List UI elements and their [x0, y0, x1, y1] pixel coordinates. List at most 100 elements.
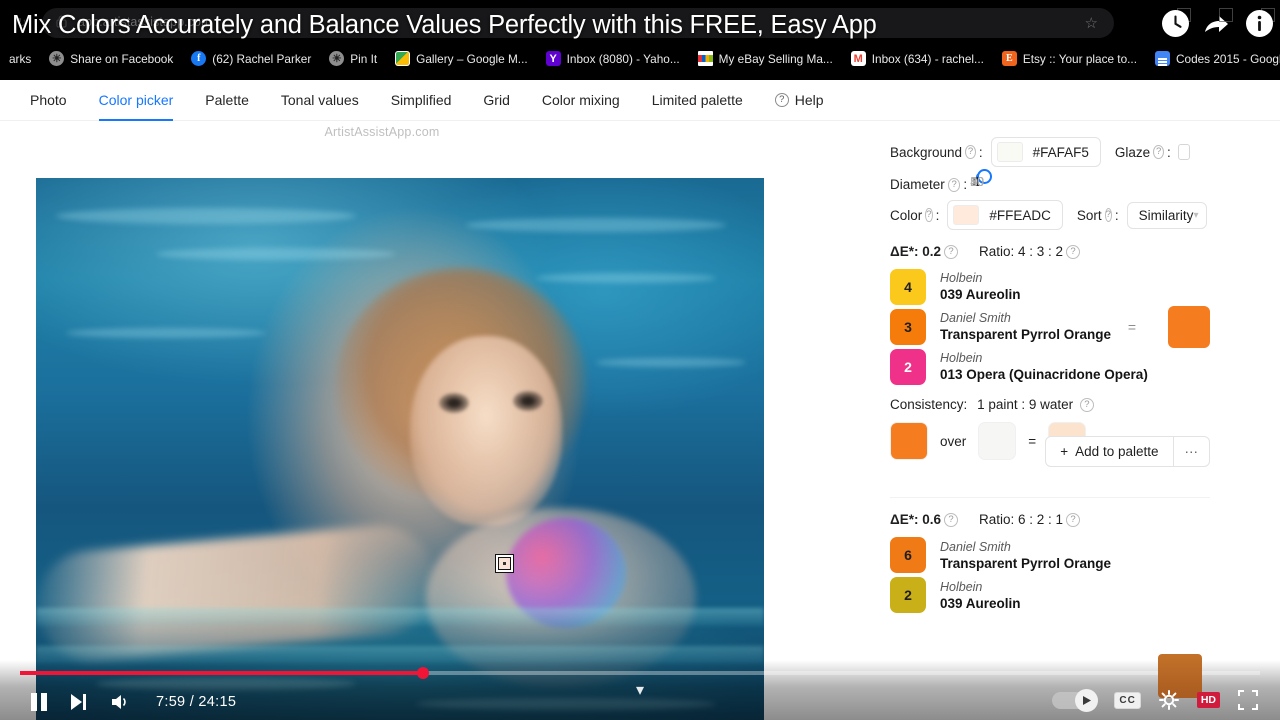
tab-palette[interactable]: Palette [189, 80, 265, 121]
bookmark-item[interactable]: My eBay Selling Ma... [689, 47, 842, 71]
help-icon[interactable]: ? [943, 512, 958, 527]
tab-grid[interactable]: Grid [467, 80, 525, 121]
history-clock-icon[interactable] [1158, 6, 1192, 40]
tab-label: Tonal values [280, 92, 359, 108]
add-to-palette-button[interactable]: + Add to palette [1045, 436, 1174, 468]
bookmark-item[interactable]: Codes 2015 - Googl... [1146, 47, 1280, 71]
fullscreen-button[interactable] [1238, 690, 1258, 710]
paint-name: Transparent Pyrrol Orange [940, 327, 1112, 343]
tab-label: Simplified [390, 92, 452, 108]
glaze-paint-swatch[interactable] [890, 422, 928, 461]
bookmark-label: Gallery – Google M... [416, 51, 528, 66]
color-sort-row: Color ?: #FFEADC Sort ?: Similarity ▾ [800, 200, 1280, 230]
bookmark-label: arks [9, 51, 32, 66]
player-right-controls: CC HD [1052, 688, 1258, 712]
hd-badge: HD [1196, 692, 1220, 708]
browser-extension-icons [1158, 4, 1276, 42]
background-color-button[interactable]: #FAFAF5 [990, 137, 1101, 167]
mix-result-swatch[interactable] [1168, 306, 1210, 348]
paint-row[interactable]: 2 Holbein 039 Aureolin [890, 577, 1210, 614]
photo-detail [410, 336, 562, 526]
paint-name: 013 Opera (Quinacridone Opera) [940, 367, 1148, 383]
help-icon[interactable]: ? [943, 244, 958, 259]
tab-simplified[interactable]: Simplified [375, 80, 468, 121]
help-icon[interactable]: ? [1066, 512, 1081, 527]
bookmark-item[interactable]: ☀ Pin It [320, 47, 386, 71]
paint-name: 039 Aureolin [940, 595, 1021, 611]
mix-results-list: ΔE*: 0.2 ? Ratio: 4 : 3 : 2 ? 4 Holbein … [800, 244, 1280, 633]
photo-detail [513, 391, 543, 411]
bookmark-item[interactable]: E Etsy :: Your place to... [993, 47, 1146, 71]
volume-button[interactable] [110, 693, 130, 711]
more-options-button[interactable]: ··· [1173, 436, 1210, 468]
paint-parts-chip: 2 [890, 577, 926, 614]
tab-help[interactable]: ? Help [759, 80, 840, 121]
photo-detail [36, 646, 764, 664]
bookmark-item[interactable]: M Inbox (634) - rachel... [842, 47, 993, 71]
help-icon[interactable]: ? [947, 178, 961, 192]
bookmark-item[interactable]: Gallery – Google M... [386, 47, 536, 71]
paint-row[interactable]: 3 Daniel Smith Transparent Pyrrol Orange… [890, 306, 1210, 348]
help-icon[interactable]: ? [1104, 208, 1112, 222]
sort-select[interactable]: Similarity ▾ [1126, 201, 1208, 229]
paint-parts-chip: 3 [890, 309, 926, 345]
time-display: 7:59 / 24:15 [156, 694, 237, 710]
color-value-button[interactable]: #FFEADC [947, 200, 1063, 230]
bookmark-item[interactable]: f (62) Rachel Parker [182, 47, 320, 71]
help-icon[interactable]: ? [925, 208, 933, 222]
info-icon[interactable] [1242, 6, 1276, 40]
sort-value: Similarity [1138, 207, 1194, 223]
paint-parts-chip: 6 [890, 537, 926, 574]
sort-label: Sort [1076, 207, 1102, 223]
tab-tonal-values[interactable]: Tonal values [265, 80, 375, 121]
player-left-controls: 7:59 / 24:15 [30, 692, 236, 712]
next-video-button[interactable] [70, 693, 88, 711]
tab-color-picker[interactable]: Color picker [83, 80, 190, 121]
bookmark-label: Etsy :: Your place to... [1022, 51, 1137, 66]
glaze-base-swatch[interactable] [978, 422, 1017, 461]
tab-photo[interactable]: Photo [14, 80, 83, 121]
ebay-icon [697, 51, 713, 66]
paint-row[interactable]: 6 Daniel Smith Transparent Pyrrol Orange [890, 537, 1210, 574]
paint-row[interactable]: 4 Holbein 039 Aureolin [890, 269, 1210, 305]
chevron-down-icon: ▾ [1193, 209, 1199, 221]
bookmark-label: Inbox (634) - rachel... [871, 51, 984, 66]
paint-brand: Holbein [940, 351, 983, 366]
paint-row[interactable]: 2 Holbein 013 Opera (Quinacridone Opera) [890, 349, 1210, 385]
artistassistapp-window: Photo Color picker Palette Tonal values … [0, 80, 1280, 720]
photo-detail [36, 608, 764, 626]
bookmark-item[interactable]: arks [0, 47, 40, 71]
bookmark-item[interactable]: Y Inbox (8080) - Yaho... [537, 47, 689, 71]
reference-photo[interactable] [36, 178, 764, 720]
closed-captions-button[interactable]: CC [1114, 691, 1141, 709]
help-icon[interactable]: ? [1066, 244, 1081, 259]
tab-color-mixing[interactable]: Color mixing [526, 80, 636, 121]
help-icon[interactable]: ? [1153, 145, 1164, 159]
glaze-checkbox[interactable] [1177, 144, 1191, 160]
video-title: Mix Colors Accurately and Balance Values… [12, 11, 877, 39]
pause-button[interactable] [30, 692, 48, 712]
over-label: over [940, 433, 967, 449]
star-icon[interactable]: ☆ [1085, 14, 1098, 32]
bookmark-item[interactable]: ☀ Share on Facebook [40, 47, 182, 71]
paint-name: Transparent Pyrrol Orange [940, 555, 1112, 571]
tab-limited-palette[interactable]: Limited palette [636, 80, 759, 121]
autoplay-toggle[interactable] [1052, 688, 1099, 712]
paint-brand: Holbein [940, 271, 983, 286]
color-value: #FFEADC [989, 207, 1051, 223]
background-swatch [996, 142, 1023, 162]
paint-brand: Daniel Smith [940, 539, 1011, 554]
tab-label: Palette [205, 92, 249, 108]
gmail-icon: M [850, 51, 866, 66]
background-color-value: #FAFAF5 [1032, 144, 1089, 160]
bookmark-label: My eBay Selling Ma... [718, 51, 833, 66]
help-icon[interactable]: ? [965, 145, 976, 159]
bookmark-label: Codes 2015 - Googl... [1175, 51, 1280, 66]
gear-icon[interactable] [1158, 690, 1179, 710]
mix-card: ΔE*: 0.6 ? Ratio: 6 : 2 : 1 ? 6 Daniel S… [890, 497, 1210, 633]
help-icon[interactable]: ? [1079, 398, 1094, 413]
etsy-icon: E [1001, 51, 1017, 66]
color-picker-cursor[interactable] [495, 554, 514, 573]
share-arrow-icon[interactable] [1200, 6, 1234, 40]
background-label: Background [890, 144, 963, 160]
